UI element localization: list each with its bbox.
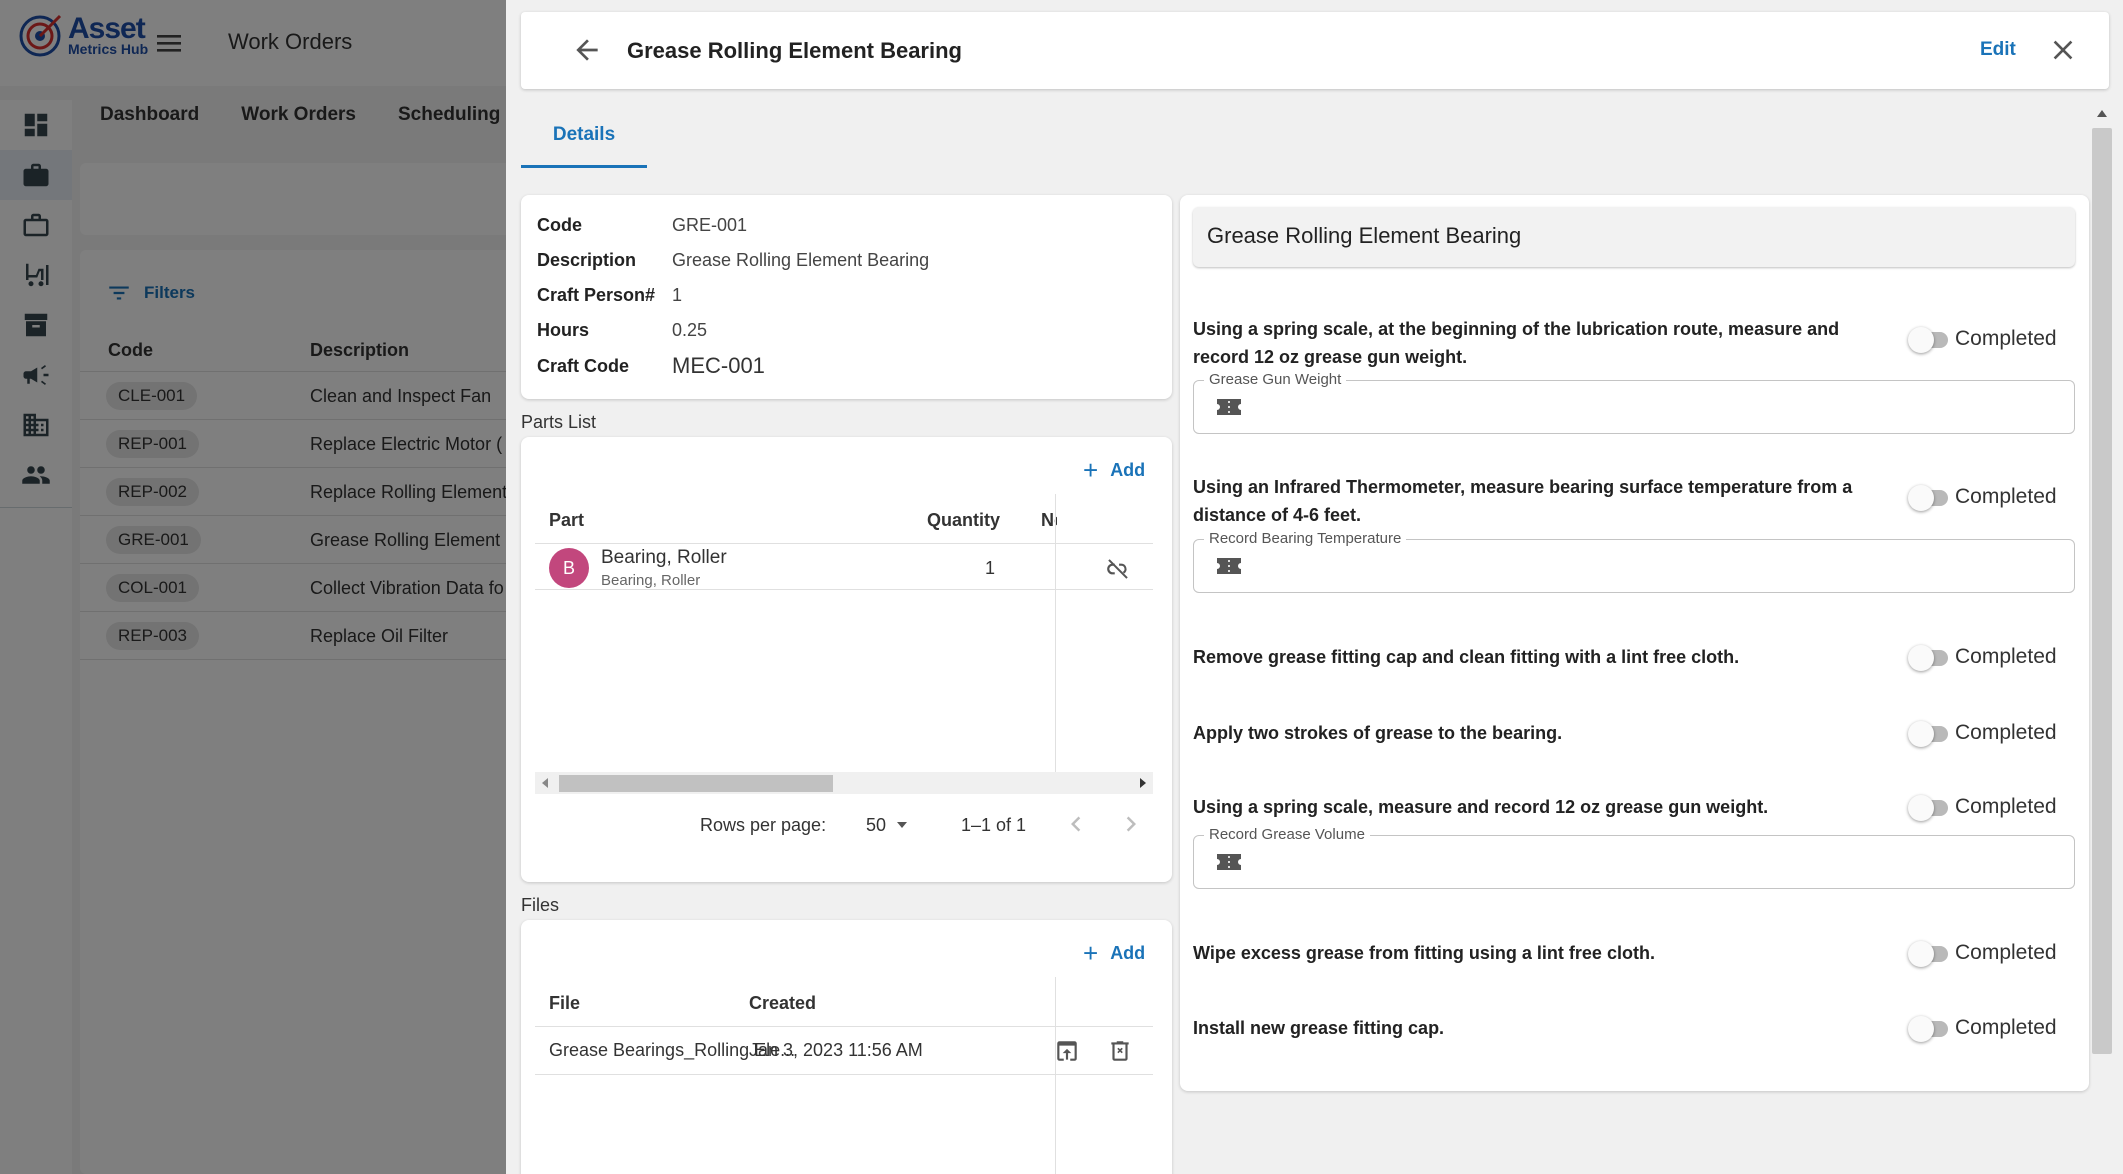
column-separator: [1055, 977, 1056, 1174]
step-text: Apply two strokes of grease to the beari…: [1193, 723, 1563, 743]
files-card: + Add File Created Grease Bearings_Rolli…: [521, 920, 1172, 1174]
step-text: Install new grease fitting cap.: [1193, 1018, 1445, 1038]
completed-toggle[interactable]: [1908, 1016, 1950, 1042]
add-part-button[interactable]: + Add: [1083, 457, 1145, 483]
part-subtitle: Bearing, Roller: [601, 572, 701, 589]
description-value: Grease Rolling Element Bearing: [672, 250, 930, 270]
caret-down-icon[interactable]: [897, 822, 907, 828]
plus-icon: +: [1083, 455, 1099, 485]
file-row[interactable]: Grease Bearings_Rolling Ele... Jan 3, 20…: [535, 1027, 1153, 1075]
completed-label: Completed: [1955, 327, 2057, 350]
part-quantity: 1: [985, 558, 996, 578]
ticket-icon: [1217, 854, 1241, 870]
column-part[interactable]: Part: [549, 510, 584, 531]
completed-label: Completed: [1955, 941, 2057, 964]
previous-page-button[interactable]: [1061, 809, 1091, 839]
chevron-right-icon: [1126, 816, 1136, 832]
completed-toggle[interactable]: [1908, 941, 1950, 967]
open-file-button[interactable]: [1054, 1038, 1080, 1064]
code-label: Code: [537, 215, 582, 235]
part-avatar: B: [549, 548, 589, 588]
add-file-label: Add: [1110, 942, 1146, 963]
completed-toggle[interactable]: [1908, 645, 1950, 671]
close-button[interactable]: [2047, 34, 2079, 66]
parts-list-card: + Add Part Quantity No B Bearing, Roller…: [521, 437, 1172, 882]
field-label: Record Bearing Temperature: [1204, 530, 1407, 547]
column-created[interactable]: Created: [749, 993, 816, 1014]
grease-gun-weight-field[interactable]: Grease Gun Weight: [1193, 371, 2075, 434]
scrollbar-thumb[interactable]: [559, 775, 833, 792]
open-in-new-icon: [1057, 1041, 1077, 1061]
completed-label: Completed: [1955, 721, 2057, 744]
field-label: Record Grease Volume: [1204, 826, 1370, 843]
field-label: Grease Gun Weight: [1204, 371, 1347, 388]
delete-file-button[interactable]: [1107, 1038, 1133, 1064]
drawer-title: Grease Rolling Element Bearing: [627, 38, 962, 63]
parts-list-label: Parts List: [521, 412, 597, 432]
files-grid-header: File Created: [535, 977, 1153, 1027]
back-button[interactable]: [571, 34, 603, 66]
craft-person-label: Craft Person#: [537, 285, 656, 305]
completed-toggle[interactable]: [1908, 721, 1950, 747]
bearing-temperature-field[interactable]: Record Bearing Temperature: [1193, 530, 2075, 593]
completed-toggle[interactable]: [1908, 795, 1950, 821]
description-label: Description: [537, 250, 637, 270]
tab-details[interactable]: Details: [521, 120, 647, 168]
grease-volume-field[interactable]: Record Grease Volume: [1193, 826, 2075, 889]
next-page-button[interactable]: [1116, 809, 1146, 839]
completed-label: Completed: [1955, 1016, 2057, 1039]
hours-value: 0.25: [672, 320, 708, 340]
files-label: Files: [521, 895, 560, 915]
scroll-right-arrow[interactable]: [1140, 778, 1146, 788]
craft-person-value: 1: [672, 285, 683, 305]
horizontal-scrollbar[interactable]: [535, 772, 1153, 794]
add-part-label: Add: [1110, 459, 1146, 480]
column-quantity[interactable]: Quantity: [927, 510, 1000, 531]
step-text: Remove grease fitting cap and clean fitt…: [1193, 647, 1740, 667]
procedure-steps-card: Grease Rolling Element Bearing Using a s…: [1180, 195, 2089, 1091]
details-card: Code GRE-001 Description Grease Rolling …: [521, 195, 1172, 399]
code-value: GRE-001: [672, 215, 748, 235]
vertical-scrollbar[interactable]: [2092, 128, 2112, 1054]
ticket-icon: [1217, 399, 1241, 415]
delete-icon: [1111, 1041, 1129, 1061]
chevron-left-icon: [1071, 816, 1081, 832]
completed-label: Completed: [1955, 795, 2057, 818]
part-name: Bearing, Roller: [601, 547, 727, 568]
detail-drawer: Grease Rolling Element Bearing Edit Deta…: [506, 0, 2123, 1174]
steps-header: Grease Rolling Element Bearing: [1193, 207, 2075, 267]
craft-code-label: Craft Code: [537, 356, 630, 376]
page-range: 1–1 of 1: [961, 815, 1027, 835]
part-row[interactable]: B Bearing, Roller Bearing, Roller 1: [535, 544, 1153, 590]
step-text: Using a spring scale, measure and record…: [1193, 797, 1769, 817]
arrow-back-icon: [576, 39, 598, 61]
scroll-up-arrow[interactable]: [2097, 110, 2107, 117]
plus-icon: +: [1083, 938, 1099, 968]
unlink-icon[interactable]: [1105, 556, 1131, 582]
completed-label: Completed: [1955, 485, 2057, 508]
ticket-icon: [1217, 558, 1241, 574]
column-separator: [1055, 494, 1056, 772]
completed-toggle[interactable]: [1908, 327, 1950, 353]
edit-button[interactable]: Edit: [1980, 39, 2016, 61]
add-file-button[interactable]: + Add: [1083, 940, 1145, 966]
column-file[interactable]: File: [549, 993, 580, 1014]
step-text: Using a spring scale, at the beginning o…: [1193, 319, 1840, 367]
close-icon: [2053, 40, 2073, 60]
parts-grid-header: Part Quantity No: [535, 494, 1153, 544]
rows-per-page-select[interactable]: 50: [866, 815, 886, 836]
step-text: Using an Infrared Thermometer, measure b…: [1193, 477, 1853, 525]
pagination: Rows per page: 50 1–1 of 1: [521, 807, 1172, 847]
scroll-left-arrow[interactable]: [542, 778, 548, 788]
completed-label: Completed: [1955, 645, 2057, 668]
step-text: Wipe excess grease from fitting using a …: [1193, 943, 1655, 963]
rows-per-page-label: Rows per page:: [700, 815, 827, 835]
completed-toggle[interactable]: [1908, 485, 1950, 511]
drawer-header: Grease Rolling Element Bearing Edit: [521, 12, 2109, 89]
hours-label: Hours: [537, 320, 590, 340]
file-created: Jan 3, 2023 11:56 AM: [749, 1040, 923, 1060]
craft-code-value: MEC-001: [672, 353, 765, 378]
